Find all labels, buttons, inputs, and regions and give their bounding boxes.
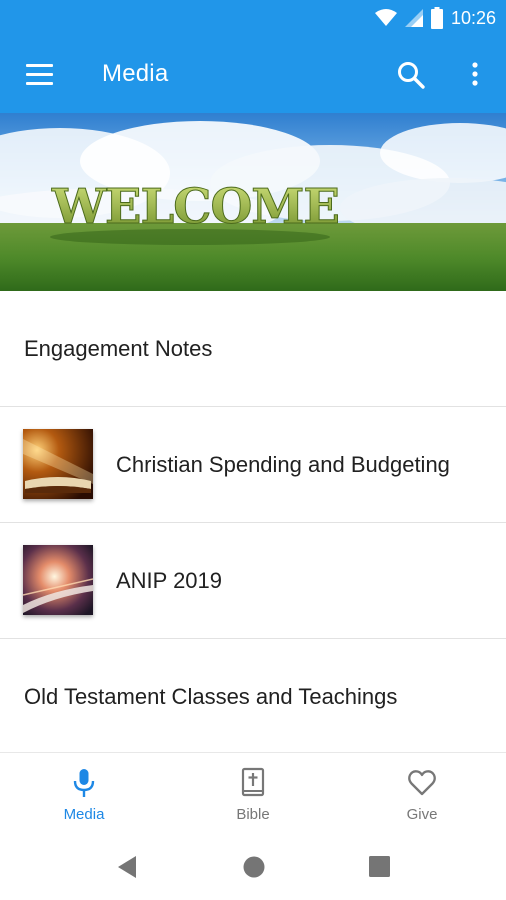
heart-icon [408, 770, 436, 796]
tab-label: Media [63, 806, 105, 823]
media-list: Engagement Notes Christian Spending and … [0, 291, 506, 755]
tab-label: Bible [236, 806, 270, 823]
banner-image: WELCOME [0, 113, 506, 291]
list-item-old-testament[interactable]: Old Testament Classes and Teachings [0, 639, 506, 755]
battery-icon [430, 7, 443, 29]
tab-media[interactable]: Media [0, 753, 168, 839]
home-icon[interactable] [243, 856, 265, 878]
list-item-engagement-notes[interactable]: Engagement Notes [0, 291, 506, 407]
hamburger-menu-icon[interactable] [26, 62, 54, 86]
bible-light-thumbnail [23, 429, 93, 499]
app-bar: Media [0, 36, 506, 113]
cell-signal-icon [404, 9, 423, 27]
more-options-icon[interactable] [465, 60, 485, 90]
list-item-anip-2019[interactable]: ANIP 2019 [0, 523, 506, 639]
tab-bible[interactable]: Bible [169, 753, 337, 839]
bible-icon [241, 767, 265, 797]
road-light-thumbnail [23, 545, 93, 615]
list-item-label: ANIP 2019 [116, 567, 223, 593]
recents-icon[interactable] [369, 856, 391, 878]
list-item-label: Old Testament Classes and Teachings [24, 683, 398, 709]
microphone-icon [73, 769, 95, 797]
status-icons: 10:26 [374, 6, 496, 30]
page-title: Media [102, 60, 169, 87]
system-navigation-bar [0, 838, 506, 900]
back-icon[interactable] [116, 855, 138, 879]
list-item-label: Christian Spending and Budgeting [116, 451, 450, 477]
status-time: 10:26 [450, 7, 496, 28]
welcome-banner[interactable]: WELCOME [0, 113, 506, 291]
list-item-label: Engagement Notes [24, 335, 213, 361]
bottom-navigation: Media Bible Give [0, 752, 506, 839]
status-bar: 10:26 [0, 0, 506, 36]
tab-label: Give [406, 806, 438, 823]
tab-give[interactable]: Give [338, 753, 506, 839]
search-icon[interactable] [396, 60, 426, 90]
wifi-icon [374, 9, 397, 26]
banner-welcome-text: WELCOME [51, 179, 339, 235]
list-item-christian-spending[interactable]: Christian Spending and Budgeting [0, 407, 506, 523]
